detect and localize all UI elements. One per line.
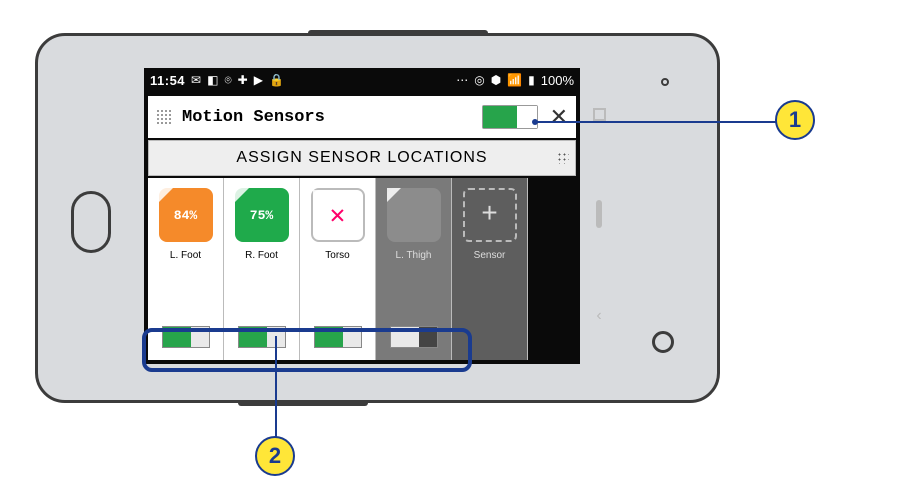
callout-number: 2 bbox=[269, 445, 281, 467]
status-left: 11:54 ✉ ◧ ⌾ ✚ ▶ 🔒 bbox=[150, 73, 284, 88]
assign-locations-label: ASSIGN SENSOR LOCATIONS bbox=[236, 149, 487, 167]
sensor-tile: ✕ bbox=[311, 188, 365, 242]
sensor-label: R. Foot bbox=[245, 250, 278, 261]
nav-home-icon[interactable] bbox=[596, 200, 602, 228]
device-home-button bbox=[71, 191, 111, 253]
status-clock: 11:54 bbox=[150, 73, 185, 88]
battery-text: 100% bbox=[541, 73, 574, 88]
status-icon: ⌾ bbox=[224, 74, 231, 86]
sensor-toggle[interactable] bbox=[238, 326, 286, 348]
sensor-label: Sensor bbox=[474, 250, 506, 261]
sensor-toggle[interactable] bbox=[390, 326, 438, 348]
status-icon: ▶ bbox=[254, 74, 263, 86]
sensor-toggle[interactable] bbox=[314, 326, 362, 348]
screen: 11:54 ✉ ◧ ⌾ ✚ ▶ 🔒 ⋯ ◎ ⬢ 📶 ▮ 100% bbox=[144, 68, 580, 364]
sensor-label: L. Thigh bbox=[396, 250, 432, 261]
sensor-card-strip: 84% L. Foot 75% R. Foot bbox=[148, 178, 576, 360]
battery-icon: ▮ bbox=[528, 74, 535, 86]
sensor-tile: 75% bbox=[235, 188, 289, 242]
status-right: ⋯ ◎ ⬢ 📶 ▮ 100% bbox=[456, 73, 574, 88]
no-signal-icon: ✕ bbox=[330, 200, 346, 231]
sensor-card-l-thigh[interactable]: L. Thigh bbox=[376, 178, 452, 360]
status-icon: ⋯ bbox=[456, 74, 468, 86]
callout-number: 1 bbox=[789, 109, 801, 131]
sensor-tile bbox=[387, 188, 441, 242]
app-header: Motion Sensors ✕ bbox=[148, 96, 576, 138]
android-nav-bar: ‹ bbox=[584, 68, 614, 364]
callout-2-leader bbox=[275, 336, 277, 438]
callout-badge-1: 1 bbox=[775, 100, 815, 140]
status-icon: 📶 bbox=[507, 74, 522, 86]
drag-handle-icon[interactable] bbox=[156, 109, 172, 125]
sensor-card-l-foot[interactable]: 84% L. Foot bbox=[148, 178, 224, 360]
sensor-label: L. Foot bbox=[170, 250, 201, 261]
screen-frame: 11:54 ✉ ◧ ⌾ ✚ ▶ 🔒 ⋯ ◎ ⬢ 📶 ▮ 100% bbox=[144, 68, 580, 364]
add-sensor-tile[interactable]: + bbox=[463, 188, 517, 242]
device-bottom-button bbox=[238, 400, 368, 406]
sensor-toggle[interactable] bbox=[162, 326, 210, 348]
close-button[interactable]: ✕ bbox=[550, 104, 568, 130]
callout-badge-2: 2 bbox=[255, 436, 295, 476]
callout-1-leader bbox=[535, 121, 777, 123]
page-title: Motion Sensors bbox=[182, 108, 325, 127]
motion-sensors-toggle[interactable] bbox=[482, 105, 538, 129]
status-icon: ✚ bbox=[238, 74, 248, 86]
status-icon: ◎ bbox=[474, 74, 484, 86]
diagram-stage: 11:54 ✉ ◧ ⌾ ✚ ▶ 🔒 ⋯ ◎ ⬢ 📶 ▮ 100% bbox=[0, 0, 900, 503]
status-icon: ⬢ bbox=[491, 74, 501, 86]
status-bar: 11:54 ✉ ◧ ⌾ ✚ ▶ 🔒 ⋯ ◎ ⬢ 📶 ▮ 100% bbox=[144, 68, 580, 92]
reorder-handle-icon[interactable] bbox=[557, 152, 569, 164]
device-body: 11:54 ✉ ◧ ⌾ ✚ ▶ 🔒 ⋯ ◎ ⬢ 📶 ▮ 100% bbox=[35, 33, 720, 403]
assign-locations-bar[interactable]: ASSIGN SENSOR LOCATIONS bbox=[148, 140, 576, 176]
plus-icon: + bbox=[481, 200, 498, 231]
sensor-card-r-foot[interactable]: 75% R. Foot bbox=[224, 178, 300, 360]
status-icon: ◧ bbox=[207, 74, 218, 86]
sensor-battery: 75% bbox=[250, 208, 273, 223]
sensor-label: Torso bbox=[325, 250, 349, 261]
sensor-tile: 84% bbox=[159, 188, 213, 242]
nav-recents-icon[interactable] bbox=[593, 108, 606, 121]
device-top-button bbox=[308, 30, 488, 36]
status-icon: 🔒 bbox=[269, 74, 284, 86]
nav-back-icon[interactable]: ‹ bbox=[596, 307, 601, 325]
sensor-card-torso[interactable]: ✕ Torso bbox=[300, 178, 376, 360]
device-camera bbox=[652, 331, 674, 353]
sensor-card-add[interactable]: + Sensor bbox=[452, 178, 528, 360]
sensor-battery: 84% bbox=[174, 208, 197, 223]
status-icon: ✉ bbox=[191, 74, 201, 86]
device-speaker bbox=[661, 78, 669, 86]
